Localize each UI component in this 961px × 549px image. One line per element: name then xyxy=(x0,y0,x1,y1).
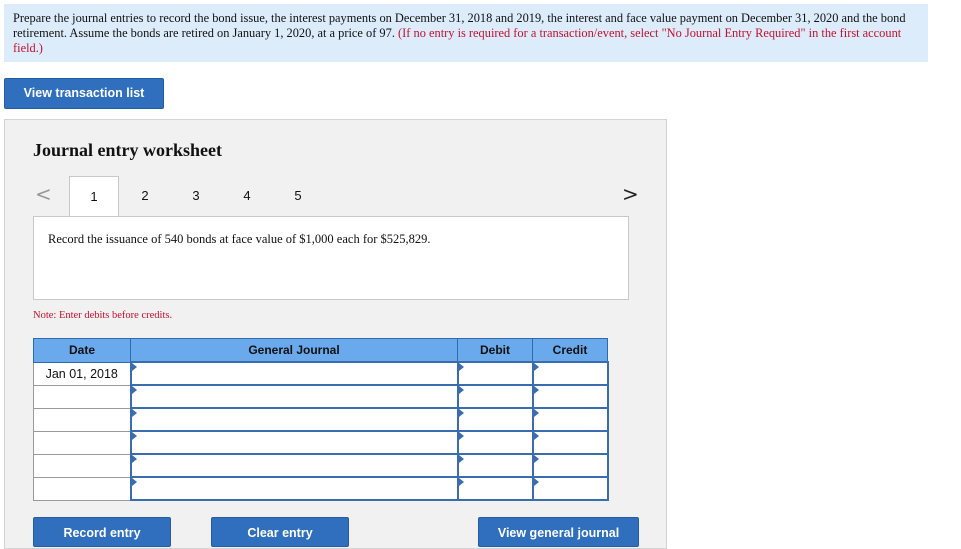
column-header-debit: Debit xyxy=(457,338,533,363)
column-header-date: Date xyxy=(33,338,131,363)
debit-input[interactable] xyxy=(456,430,534,455)
date-cell xyxy=(33,476,131,501)
tab-4[interactable]: 4 xyxy=(222,176,272,216)
date-cell xyxy=(33,430,131,455)
credit-input[interactable] xyxy=(531,430,609,455)
table-row xyxy=(33,476,609,501)
worksheet-title: Journal entry worksheet xyxy=(33,140,222,160)
instructions-box: Prepare the journal entries to record th… xyxy=(4,4,928,62)
journal-entry-worksheet-panel: Journal entry worksheet < > 1 2 3 4 5 Re… xyxy=(4,119,667,549)
date-cell xyxy=(33,453,131,478)
date-cell: Jan 01, 2018 xyxy=(33,361,131,386)
account-input[interactable] xyxy=(129,430,459,455)
debit-input[interactable] xyxy=(456,361,534,386)
column-header-general-journal: General Journal xyxy=(130,338,458,363)
clear-entry-button[interactable]: Clear entry xyxy=(211,517,349,547)
debit-input[interactable] xyxy=(456,384,534,409)
credit-input[interactable] xyxy=(531,361,609,386)
account-input[interactable] xyxy=(129,384,459,409)
journal-table-header: Date General Journal Debit Credit xyxy=(33,338,608,363)
date-cell xyxy=(33,407,131,432)
account-input[interactable] xyxy=(129,453,459,478)
column-header-credit: Credit xyxy=(532,338,608,363)
date-cell xyxy=(33,384,131,409)
account-input[interactable] xyxy=(129,476,459,501)
table-row xyxy=(33,384,609,409)
debit-credit-note: Note: Enter debits before credits. xyxy=(33,310,173,321)
debit-input[interactable] xyxy=(456,476,534,501)
view-transaction-list-button[interactable]: View transaction list xyxy=(4,78,164,109)
view-general-journal-button[interactable]: View general journal xyxy=(478,517,639,547)
credit-input[interactable] xyxy=(531,453,609,478)
credit-input[interactable] xyxy=(531,476,609,501)
table-row xyxy=(33,407,609,432)
table-row xyxy=(33,453,609,478)
credit-input[interactable] xyxy=(531,407,609,432)
tab-1[interactable]: 1 xyxy=(69,176,119,217)
journal-table: Date General Journal Debit Credit Jan 01… xyxy=(33,338,609,501)
prev-arrow-icon[interactable]: < xyxy=(35,182,52,206)
tab-2[interactable]: 2 xyxy=(120,176,170,216)
account-input[interactable] xyxy=(129,361,459,386)
table-row xyxy=(33,430,609,455)
transaction-description: Record the issuance of 540 bonds at face… xyxy=(48,232,431,246)
debit-input[interactable] xyxy=(456,453,534,478)
record-entry-button[interactable]: Record entry xyxy=(33,517,171,547)
tab-3[interactable]: 3 xyxy=(171,176,221,216)
table-row: Jan 01, 2018 xyxy=(33,361,609,386)
debit-input[interactable] xyxy=(456,407,534,432)
credit-input[interactable] xyxy=(531,384,609,409)
next-arrow-icon[interactable]: > xyxy=(622,182,639,206)
tab-5[interactable]: 5 xyxy=(273,176,323,216)
transaction-description-box: Record the issuance of 540 bonds at face… xyxy=(33,216,629,300)
account-input[interactable] xyxy=(129,407,459,432)
